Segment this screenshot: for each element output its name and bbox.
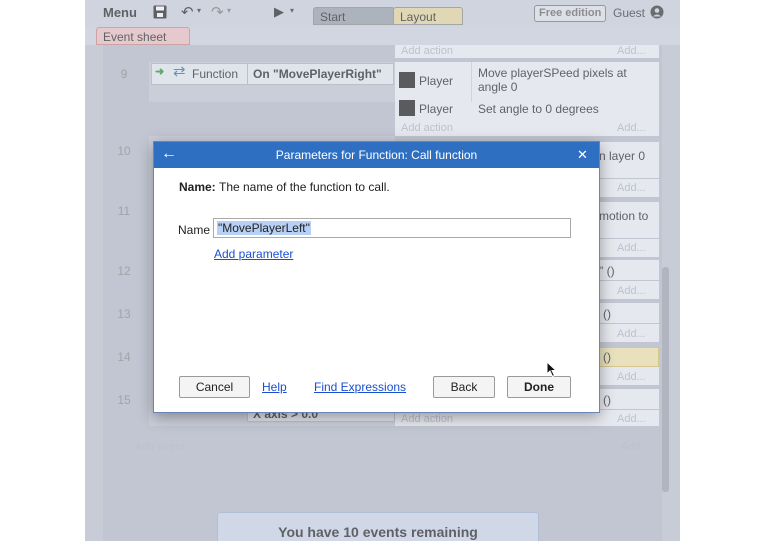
- parameters-dialog: ← Parameters for Function: Call function…: [153, 141, 600, 413]
- done-button[interactable]: Done: [507, 376, 571, 398]
- name-input-value: "MovePlayerLeft": [217, 221, 311, 235]
- dialog-title: Parameters for Function: Call function: [275, 148, 478, 162]
- description-label: Name:: [179, 180, 216, 194]
- name-field-label: Name: [178, 223, 211, 237]
- close-icon[interactable]: ✕: [577, 147, 588, 163]
- cancel-button[interactable]: Cancel: [179, 376, 250, 398]
- name-input[interactable]: "MovePlayerLeft": [213, 218, 571, 238]
- back-button[interactable]: Back: [433, 376, 495, 398]
- help-link[interactable]: Help: [262, 380, 287, 394]
- find-expressions-link[interactable]: Find Expressions: [314, 380, 406, 394]
- add-parameter-link[interactable]: Add parameter: [214, 247, 293, 261]
- mouse-cursor-icon: [546, 361, 558, 378]
- dialog-title-bar: ← Parameters for Function: Call function…: [154, 142, 599, 168]
- description-text: The name of the function to call.: [219, 180, 390, 194]
- construct-editor-window: Menu ↶ ▾ ↷ ▾ ▶ ▾ Start page✕ Layout 1✕ F…: [85, 0, 680, 541]
